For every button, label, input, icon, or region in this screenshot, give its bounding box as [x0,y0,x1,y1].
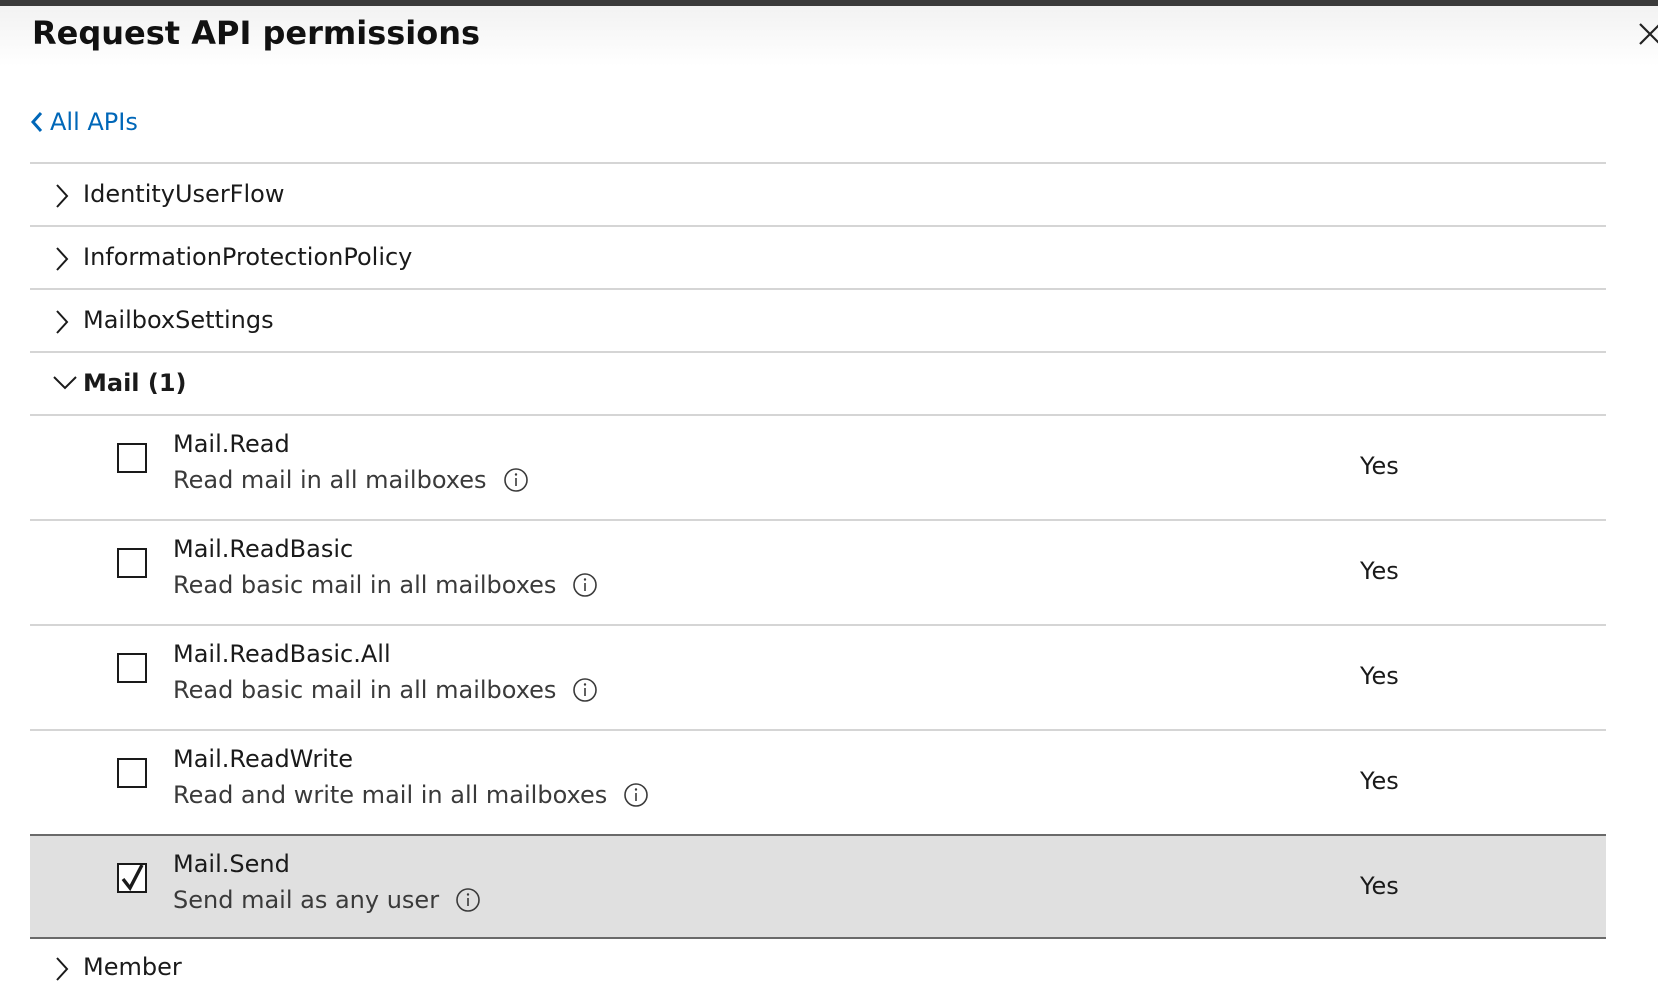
permission-description-text: Read basic mail in all mailboxes [173,676,557,704]
permission-name: Mail.ReadBasic [173,535,354,563]
permission-name: Mail.Send [173,850,290,878]
admin-consent-value: Yes [1360,767,1399,795]
group-label: Member [83,953,182,981]
permission-row-mail-readwrite[interactable]: Mail.ReadWrite Read and write mail in al… [30,729,1606,834]
permission-description: Send mail as any user [173,886,481,914]
page-title: Request API permissions [32,14,481,52]
permission-description-text: Read mail in all mailboxes [173,466,487,494]
permission-description-text: Send mail as any user [173,886,440,914]
permission-name: Mail.Read [173,430,290,458]
permission-description: Read mail in all mailboxes [173,466,529,494]
close-button[interactable] [1634,16,1658,52]
group-label: InformationProtectionPolicy [83,243,413,271]
chevron-right-icon [56,247,69,271]
group-row-informationprotectionpolicy[interactable]: InformationProtectionPolicy [30,225,1606,288]
group-row-identityuserflow[interactable]: IdentityUserFlow [30,162,1606,225]
permission-row-mail-read[interactable]: Mail.Read Read mail in all mailboxes Yes [30,414,1606,519]
info-icon[interactable] [623,782,649,808]
permission-checkbox[interactable] [117,758,147,788]
permission-checkbox-checked[interactable] [117,863,147,893]
permission-description: Read basic mail in all mailboxes [173,571,598,599]
permission-checkbox[interactable] [117,653,147,683]
info-icon[interactable] [572,677,598,703]
group-label: Mail (1) [83,369,187,397]
permission-description: Read basic mail in all mailboxes [173,676,598,704]
chevron-right-icon [56,184,69,208]
admin-consent-value: Yes [1360,452,1399,480]
chevron-right-icon [56,310,69,334]
checkmark-icon [121,864,144,892]
info-icon[interactable] [455,887,481,913]
group-row-mail[interactable]: Mail (1) [30,351,1606,414]
permission-checkbox[interactable] [117,443,147,473]
group-label: MailboxSettings [83,306,274,334]
permission-row-mail-readbasic-all[interactable]: Mail.ReadBasic.All Read basic mail in al… [30,624,1606,729]
info-icon[interactable] [503,467,529,493]
permission-description-text: Read and write mail in all mailboxes [173,781,608,809]
group-row-member[interactable]: Member [30,939,1606,981]
admin-consent-value: Yes [1360,662,1399,690]
permission-checkbox[interactable] [117,548,147,578]
info-icon[interactable] [572,572,598,598]
chevron-right-icon [56,957,69,981]
chevron-left-icon [30,112,43,132]
admin-consent-value: Yes [1360,557,1399,585]
admin-consent-value: Yes [1360,872,1399,900]
permission-description: Read and write mail in all mailboxes [173,781,649,809]
chevron-down-icon [53,376,77,390]
all-apis-label: All APIs [50,108,138,136]
permission-list: IdentityUserFlow InformationProtectionPo… [30,162,1606,981]
permission-name: Mail.ReadWrite [173,745,354,773]
permission-description-text: Read basic mail in all mailboxes [173,571,557,599]
permission-row-mail-readbasic[interactable]: Mail.ReadBasic Read basic mail in all ma… [30,519,1606,624]
permission-row-mail-send[interactable]: Mail.Send Send mail as any user Yes [30,834,1606,939]
close-icon [1639,23,1658,45]
all-apis-link[interactable]: All APIs [30,108,138,136]
permission-name: Mail.ReadBasic.All [173,640,391,668]
group-row-mailboxsettings[interactable]: MailboxSettings [30,288,1606,351]
group-label: IdentityUserFlow [83,180,285,208]
